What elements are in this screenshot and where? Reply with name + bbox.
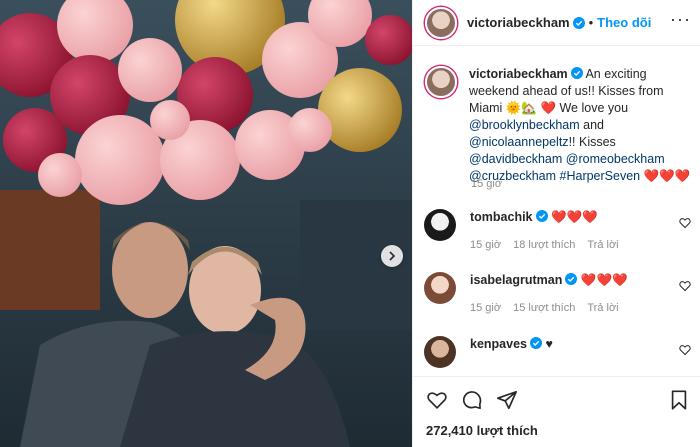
heart-icon[interactable] <box>679 344 691 356</box>
caption-username[interactable]: victoriabeckham <box>469 67 568 81</box>
reply-button[interactable]: Trả lời <box>587 239 618 251</box>
verified-badge-icon <box>572 16 585 29</box>
comment-time[interactable]: 15 giờ <box>470 239 501 251</box>
comment-text: ❤️❤️❤️ <box>551 210 598 224</box>
mention-nicola[interactable]: @nicolaannepeltz <box>469 135 569 149</box>
caption-hearts-end: ❤️❤️❤️ <box>643 169 691 183</box>
header-username[interactable]: victoriabeckham <box>467 15 570 30</box>
comment-item: kenpaves ♥ <box>424 336 694 368</box>
bookmark-icon[interactable] <box>668 389 690 411</box>
more-options-button[interactable]: ··· <box>670 10 691 28</box>
heart-icon[interactable] <box>426 389 448 411</box>
avatar[interactable] <box>424 336 456 368</box>
post-photo[interactable] <box>0 0 412 447</box>
comment-icon[interactable] <box>461 389 483 411</box>
follow-button[interactable]: Theo dõi <box>597 15 651 30</box>
caption-heart: ❤️ <box>540 101 557 115</box>
post-caption: victoriabeckham An exciting weekend ahea… <box>425 66 695 185</box>
caption-text: victoriabeckham An exciting weekend ahea… <box>469 66 691 185</box>
caption-emoji: 🌞🏡 <box>505 101 537 115</box>
avatar[interactable] <box>424 209 456 241</box>
header-separator: • <box>588 15 594 30</box>
comment-likes[interactable]: 15 lượt thích <box>513 302 575 314</box>
caption-part4: !! Kisses <box>568 135 616 149</box>
verified-badge-icon <box>570 67 583 79</box>
verified-badge-icon <box>535 210 548 222</box>
verified-badge-icon <box>565 273 578 285</box>
verified-badge-icon <box>529 337 542 349</box>
avatar[interactable] <box>425 6 457 39</box>
comment-text: ♥ <box>545 337 553 351</box>
post-header: victoriabeckham • Theo dõi ··· <box>413 0 700 46</box>
comment-username[interactable]: kenpaves <box>470 337 527 351</box>
mention-david[interactable]: @davidbeckham <box>469 152 562 166</box>
chevron-right-icon <box>389 251 396 261</box>
heart-icon[interactable] <box>679 217 691 229</box>
comment-time[interactable]: 15 giờ <box>470 302 501 314</box>
comment-username[interactable]: isabelagrutman <box>470 273 562 287</box>
mention-romeo[interactable]: @romeobeckham <box>566 152 665 166</box>
reply-button[interactable]: Trả lời <box>587 302 618 314</box>
post-dialog: victoriabeckham • Theo dõi ··· victoriab… <box>0 0 700 447</box>
comment-text: ❤️❤️❤️ <box>580 273 628 287</box>
photo-illustration <box>0 0 412 447</box>
comment-username[interactable]: tombachik <box>470 210 533 224</box>
caption-time[interactable]: 15 giờ <box>471 178 502 190</box>
share-icon[interactable] <box>496 389 518 411</box>
comment-likes[interactable]: 18 lượt thích <box>513 239 575 251</box>
caption-part2: We love you <box>556 101 629 115</box>
avatar[interactable] <box>424 272 456 304</box>
caption-avatar[interactable] <box>425 66 457 98</box>
comment-item: isabelagrutman ❤️❤️❤️ 15 giờ 15 lượt thíc… <box>424 272 694 314</box>
caption-part3: and <box>579 118 605 132</box>
likes-count[interactable]: 272,410 lượt thích <box>426 423 538 438</box>
comment-item: tombachik ❤️❤️❤️ 15 giờ 18 lượt thích Trả … <box>424 209 694 251</box>
mention-brooklyn[interactable]: @brooklynbeckham <box>469 118 580 132</box>
hashtag-harper[interactable]: #HarperSeven <box>560 169 641 183</box>
heart-icon[interactable] <box>679 280 691 292</box>
next-photo-button[interactable] <box>381 245 403 267</box>
post-actions: 272,410 lượt thích <box>412 376 700 447</box>
